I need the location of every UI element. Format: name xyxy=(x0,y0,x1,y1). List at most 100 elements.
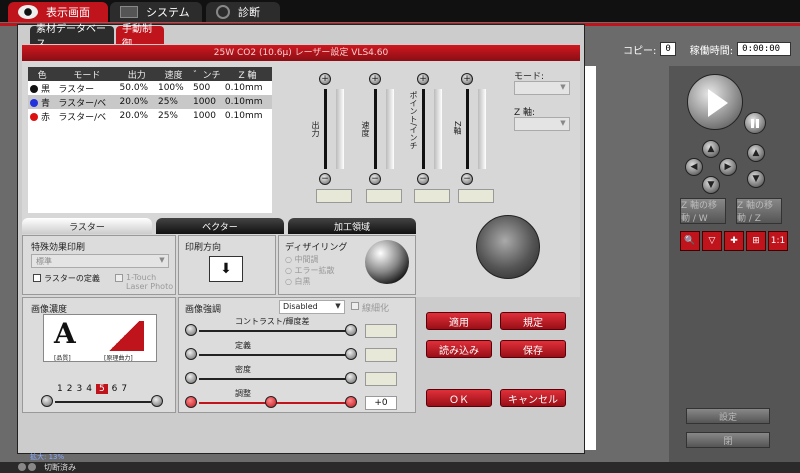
definition-value-box[interactable] xyxy=(365,348,397,362)
z-up-button[interactable]: ▲ xyxy=(747,144,765,162)
adjust-plus-knob[interactable] xyxy=(345,396,357,408)
load-label: 読み込み xyxy=(439,345,479,357)
contrast-value-box[interactable] xyxy=(365,324,397,338)
jog-dial[interactable] xyxy=(476,215,540,279)
minus-icon[interactable]: − xyxy=(417,173,429,185)
move-tool-button[interactable]: ✚ xyxy=(724,231,744,251)
tab-vector[interactable]: ベクター xyxy=(156,218,284,234)
load-button[interactable]: 読み込み xyxy=(426,340,492,358)
pause-button[interactable] xyxy=(744,112,766,134)
special-effects-select[interactable]: 標準 ▼ xyxy=(31,254,169,268)
dither-option-halftone[interactable]: ○ 中間調 xyxy=(285,254,319,265)
fit-button[interactable]: ▽ xyxy=(702,231,722,251)
contrast-slider[interactable] xyxy=(199,330,349,332)
z-down-button[interactable]: ▼ xyxy=(747,170,765,188)
adjust-slider-thumb[interactable] xyxy=(265,396,277,408)
table-row[interactable]: 黒 ラスター 50.0% 100% 500 0.10mm xyxy=(28,81,272,95)
density-slider-track[interactable] xyxy=(55,401,151,403)
tab-work-area[interactable]: 加工領域 xyxy=(288,218,416,234)
ok-button[interactable]: ＯＫ xyxy=(426,389,492,407)
cancel-button[interactable]: キャンセル xyxy=(500,389,566,407)
tab-material-database[interactable]: 素材データベース xyxy=(30,24,114,50)
adjust-minus-knob[interactable] xyxy=(185,396,197,408)
tab-display[interactable]: 表示画面 xyxy=(8,2,108,22)
density-level[interactable]: 3 xyxy=(76,384,82,394)
density-plus-knob[interactable] xyxy=(345,372,357,384)
density-plus-knob[interactable] xyxy=(151,395,163,407)
density-level[interactable]: 1 xyxy=(57,384,63,394)
z-move-z-button[interactable]: Z 軸の移動 / Z xyxy=(736,198,782,224)
col-power: 出力 xyxy=(117,67,156,81)
plus-icon[interactable]: + xyxy=(319,73,331,85)
apply-button[interactable]: 適用 xyxy=(426,312,492,330)
dither-option-error[interactable]: ○ エラー拡散 xyxy=(285,265,335,276)
z-axis-value-box[interactable] xyxy=(458,189,494,203)
grid-icon: ⊞ xyxy=(752,236,760,246)
print-direction-button[interactable]: ⬇ xyxy=(209,256,243,282)
move-left-button[interactable]: ◀ xyxy=(685,158,703,176)
density-slider[interactable] xyxy=(199,378,349,380)
zoom-button[interactable]: 🔍 xyxy=(680,231,700,251)
speed-slider[interactable]: + 速度 − xyxy=(361,73,406,203)
density-level[interactable]: 4 xyxy=(86,384,92,394)
contrast-minus-knob[interactable] xyxy=(185,324,197,336)
density-level[interactable]: 7 xyxy=(121,384,127,394)
density-level-selected[interactable]: 5 xyxy=(95,384,108,394)
density-value-box[interactable] xyxy=(365,372,397,386)
table-row[interactable]: 青 ラスター/ベ 20.0% 25% 1000 0.10mm xyxy=(28,95,272,109)
tab-raster[interactable]: ラスター xyxy=(22,218,152,234)
ppi-value-box[interactable] xyxy=(414,189,450,203)
density-level[interactable]: 6 xyxy=(112,384,118,394)
ok-label: ＯＫ xyxy=(449,394,469,406)
plus-icon[interactable]: + xyxy=(417,73,429,85)
settings-button[interactable]: 設定 xyxy=(686,408,770,424)
move-up-button[interactable]: ▲ xyxy=(702,140,720,158)
row-speed: 100% xyxy=(157,83,184,93)
tab-vector-label: ベクター xyxy=(202,222,238,233)
image-enhance-select[interactable]: Disabled ▼ xyxy=(279,300,345,314)
close-button[interactable]: 閉 xyxy=(686,432,770,448)
minus-icon[interactable]: − xyxy=(319,173,331,185)
onetouch-checkbox[interactable] xyxy=(115,274,123,282)
tab-system[interactable]: システム xyxy=(110,2,202,22)
grid-button[interactable]: ⊞ xyxy=(746,231,766,251)
image-enhance-panel: 画像強調 Disabled ▼ 線細化 コントラスト/輝度差 定義 密度 調整 +… xyxy=(178,297,416,413)
slider-level xyxy=(478,89,486,169)
plus-icon[interactable]: + xyxy=(369,73,381,85)
z-move-w-button[interactable]: Z 軸の移動 / W xyxy=(680,198,726,224)
smoothing-checkbox[interactable] xyxy=(351,302,359,310)
z-axis-select[interactable]: ▼ xyxy=(514,117,570,131)
dither-option-label: 中間調 xyxy=(294,255,319,264)
power-slider[interactable]: + 出力 − xyxy=(311,73,356,203)
minus-icon[interactable]: − xyxy=(461,173,473,185)
density-caption-right: [原理曲力] xyxy=(104,355,133,362)
play-button[interactable] xyxy=(687,74,743,130)
save-button[interactable]: 保存 xyxy=(500,340,566,358)
density-minus-knob[interactable] xyxy=(41,395,53,407)
raster-define-checkbox[interactable] xyxy=(33,274,41,282)
actual-size-button[interactable]: 1:1 xyxy=(768,231,788,251)
tab-manual-control[interactable]: 手動制御 xyxy=(116,24,164,50)
tab-diagnostics[interactable]: 診断 xyxy=(206,2,280,22)
move-down-button[interactable]: ▼ xyxy=(702,176,720,194)
dither-option-bw[interactable]: ○ 白黒 xyxy=(285,276,311,287)
minus-icon[interactable]: − xyxy=(369,173,381,185)
ppi-slider[interactable]: + ポイント/インチ − xyxy=(409,73,454,203)
definition-minus-knob[interactable] xyxy=(185,348,197,360)
table-row[interactable]: 赤 ラスター/ベ 20.0% 25% 1000 0.10mm xyxy=(28,109,272,123)
default-button[interactable]: 規定 xyxy=(500,312,566,330)
density-minus-knob[interactable] xyxy=(185,372,197,384)
definition-slider[interactable] xyxy=(199,354,349,356)
plus-icon[interactable]: + xyxy=(461,73,473,85)
power-value-box[interactable] xyxy=(316,189,352,203)
z-axis-slider[interactable]: + Z軸 − xyxy=(453,73,498,203)
speed-value-box[interactable] xyxy=(366,189,402,203)
contrast-plus-knob[interactable] xyxy=(345,324,357,336)
definition-plus-knob[interactable] xyxy=(345,348,357,360)
adjust-value-box[interactable]: +0 xyxy=(365,396,397,410)
density-level[interactable]: 2 xyxy=(67,384,73,394)
row-z: 0.10mm xyxy=(224,111,263,121)
move-right-button[interactable]: ▶ xyxy=(719,158,737,176)
mode-select[interactable]: ▼ xyxy=(514,81,570,95)
canvas-area[interactable] xyxy=(585,66,596,450)
